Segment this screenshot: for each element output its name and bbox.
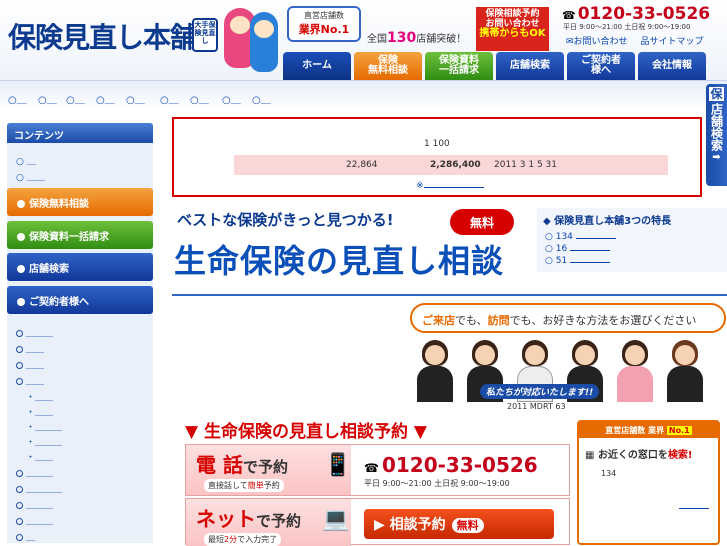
doll-mascot-blue xyxy=(250,12,278,72)
breadcrumb-item[interactable]: ○＿ xyxy=(66,91,85,106)
mdrt-note: 2011 MDRT 63 xyxy=(507,402,566,411)
breadcrumb-item[interactable]: ○＿ xyxy=(126,91,145,106)
notice-box: 1 100 22,864 2,286,400 2011 3 1 5 31 ※ xyxy=(172,117,702,197)
site-logo[interactable]: 保険見直し本舗 xyxy=(8,16,198,56)
free-badge: 無料 xyxy=(450,209,514,235)
sidebar-title: コンテンツ xyxy=(7,123,153,143)
sidebar-sublink[interactable]: ・＿＿ xyxy=(26,450,53,463)
sidebar-link[interactable]: ＿＿＿ xyxy=(16,514,53,527)
sidebar-link[interactable]: ＿＿＿＿ xyxy=(16,482,62,495)
sidebar-btn-members[interactable]: ご契約者様へ xyxy=(7,286,153,314)
breadcrumb-item[interactable]: ○＿ xyxy=(160,91,179,106)
header-hours: 平日 9:00～21:00 土日祝 9:00～19:00 xyxy=(563,23,691,31)
header-links: ✉お問い合わせ 品サイトマップ xyxy=(566,34,713,47)
tab-company[interactable]: 会社情報 xyxy=(638,52,706,80)
sidebar-top-link[interactable]: ○ ＿＿ xyxy=(16,170,45,183)
store-search-link[interactable] xyxy=(679,508,709,509)
phone-icon: ☎ xyxy=(364,461,379,475)
sidebar-sublink[interactable]: ・＿＿ xyxy=(26,405,53,418)
feature-link[interactable]: ○ 16 xyxy=(545,243,727,255)
header-phone: ☎ 0120-33-0526 xyxy=(562,4,711,24)
hero-tagline: ベストな保険がきっと見つかる! xyxy=(177,211,394,229)
reservation-hours: 平日 9:00～21:00 土日祝 9:00～19:00 xyxy=(364,479,510,488)
phone-reservation-box: 電 話で予約 直接話して簡単予約 📱 ☎ 0120-33-0526 平日 9:00… xyxy=(185,444,570,496)
breadcrumb-item[interactable]: ○＿ xyxy=(8,91,27,106)
sidebar-link[interactable]: ＿＿＿ xyxy=(16,466,53,479)
mail-icon: ✉ xyxy=(566,37,574,47)
store-count-note: 134 xyxy=(601,469,617,478)
tab-store-search[interactable]: 店舗検索 xyxy=(496,52,564,80)
sidebar-sublink[interactable]: ・＿＿＿ xyxy=(26,435,62,448)
tab-free-consult[interactable]: 保険 無料相談 xyxy=(354,52,422,80)
visit-bubble: ご来店でも、訪問でも、お好きな方法をお選びください xyxy=(410,303,726,333)
sitemap-link[interactable]: 品サイトマップ xyxy=(640,37,703,47)
staff-caption: 私たちが対応いたします!! xyxy=(480,384,600,399)
breadcrumb-item[interactable]: ○＿ xyxy=(96,91,115,106)
tab-members[interactable]: ご契約者 様へ xyxy=(567,52,635,80)
sidebar-sublink[interactable]: ・＿＿＿ xyxy=(26,420,62,433)
sidebar-btn-brochure[interactable]: 保険資料一括請求 xyxy=(7,221,153,249)
breadcrumb: ○＿ ○＿ ○＿ ○＿ ○＿ ○＿ ○＿ ○＿ ○＿ xyxy=(0,80,727,110)
sidebar-btn-store-search[interactable]: 店舗検索 xyxy=(7,253,153,281)
contact-link[interactable]: ✉お問い合わせ xyxy=(566,37,628,47)
industry-no1-badge: 直営店舗数 業界No.1 xyxy=(287,6,361,42)
sidebar-link[interactable]: ＿＿ xyxy=(16,374,44,387)
notice-note-link[interactable]: ※ xyxy=(416,181,484,191)
breadcrumb-item[interactable]: ○＿ xyxy=(252,91,271,106)
phone-icon: ☎ xyxy=(562,9,576,22)
mobile-phone-icon: 📱 xyxy=(324,453,352,478)
store-search-panel: 直営店舗数 業界 No.1 ▦ お近くの窓口を検索! 134 xyxy=(577,420,720,545)
reservation-phone[interactable]: ☎ 0120-33-0526 xyxy=(364,453,538,477)
staff-photo xyxy=(613,338,657,402)
header-cta-box[interactable]: 保険相談予約 お問い合わせ 携帯からもOK xyxy=(476,7,549,51)
breadcrumb-item[interactable]: ○＿ xyxy=(222,91,241,106)
tab-brochure[interactable]: 保険資料 一括請求 xyxy=(425,52,493,80)
store-icon: ▦ xyxy=(585,450,595,461)
store-count: 全国130店舗突破！ xyxy=(367,30,467,46)
sidebar-link[interactable]: ＿ xyxy=(16,530,35,543)
notice-row1: 1 100 xyxy=(424,139,450,149)
main-nav: ホーム 保険 無料相談 保険資料 一括請求 店舗検索 ご契約者 様へ 会社情報 xyxy=(283,50,706,80)
logo-seal: 大手保険見直し xyxy=(192,18,218,52)
breadcrumb-item[interactable]: ○＿ xyxy=(38,91,57,106)
tab-home[interactable]: ホーム xyxy=(283,52,351,80)
sidebar-top-link[interactable]: ○ ＿ xyxy=(16,154,36,167)
divider xyxy=(172,294,727,296)
store-search-side-tab[interactable]: 保 店舗検索 ➡ xyxy=(706,84,727,186)
breadcrumb-item[interactable]: ○＿ xyxy=(190,91,209,106)
features-box: ◆ 保険見直し本舗3つの特長 ○ 134 ○ 16 ○ 51 xyxy=(537,208,727,272)
reserve-button[interactable]: ▶ 相談予約 無料 xyxy=(364,509,554,539)
net-reservation-box: ネットで予約 最短2分で入力完了 💻 ▶ 相談予約 無料 xyxy=(185,498,570,546)
staff-photo xyxy=(413,338,457,402)
arrow-right-icon: ➡ xyxy=(712,152,721,163)
notice-row2: 22,864 2,286,400 2011 3 1 5 31 xyxy=(234,155,668,175)
sidebar-link[interactable]: ＿＿＿ xyxy=(16,326,53,339)
laptop-icon: 💻 xyxy=(322,507,350,532)
sidebar-link[interactable]: ＿＿＿ xyxy=(16,498,53,511)
feature-link[interactable]: ○ 51 xyxy=(545,255,727,267)
sidebar-btn-free-consult[interactable]: 保険無料相談 xyxy=(7,188,153,216)
reservation-heading: ▼ 生命保険の見直し相談予約 ▼ xyxy=(185,422,427,442)
sidebar-link[interactable]: ＿＿ xyxy=(16,342,44,355)
hero-headline: 生命保険の見直し相談 xyxy=(174,242,505,280)
header: 保険見直し本舗 大手保険見直し 直営店舗数 業界No.1 全国130店舗突破！ … xyxy=(0,0,727,80)
sidebar-sublink[interactable]: ・＿＿ xyxy=(26,390,53,403)
staff-photo xyxy=(663,338,707,402)
feature-link[interactable]: ○ 134 xyxy=(545,231,727,243)
sidebar-link[interactable]: ＿＿ xyxy=(16,358,44,371)
